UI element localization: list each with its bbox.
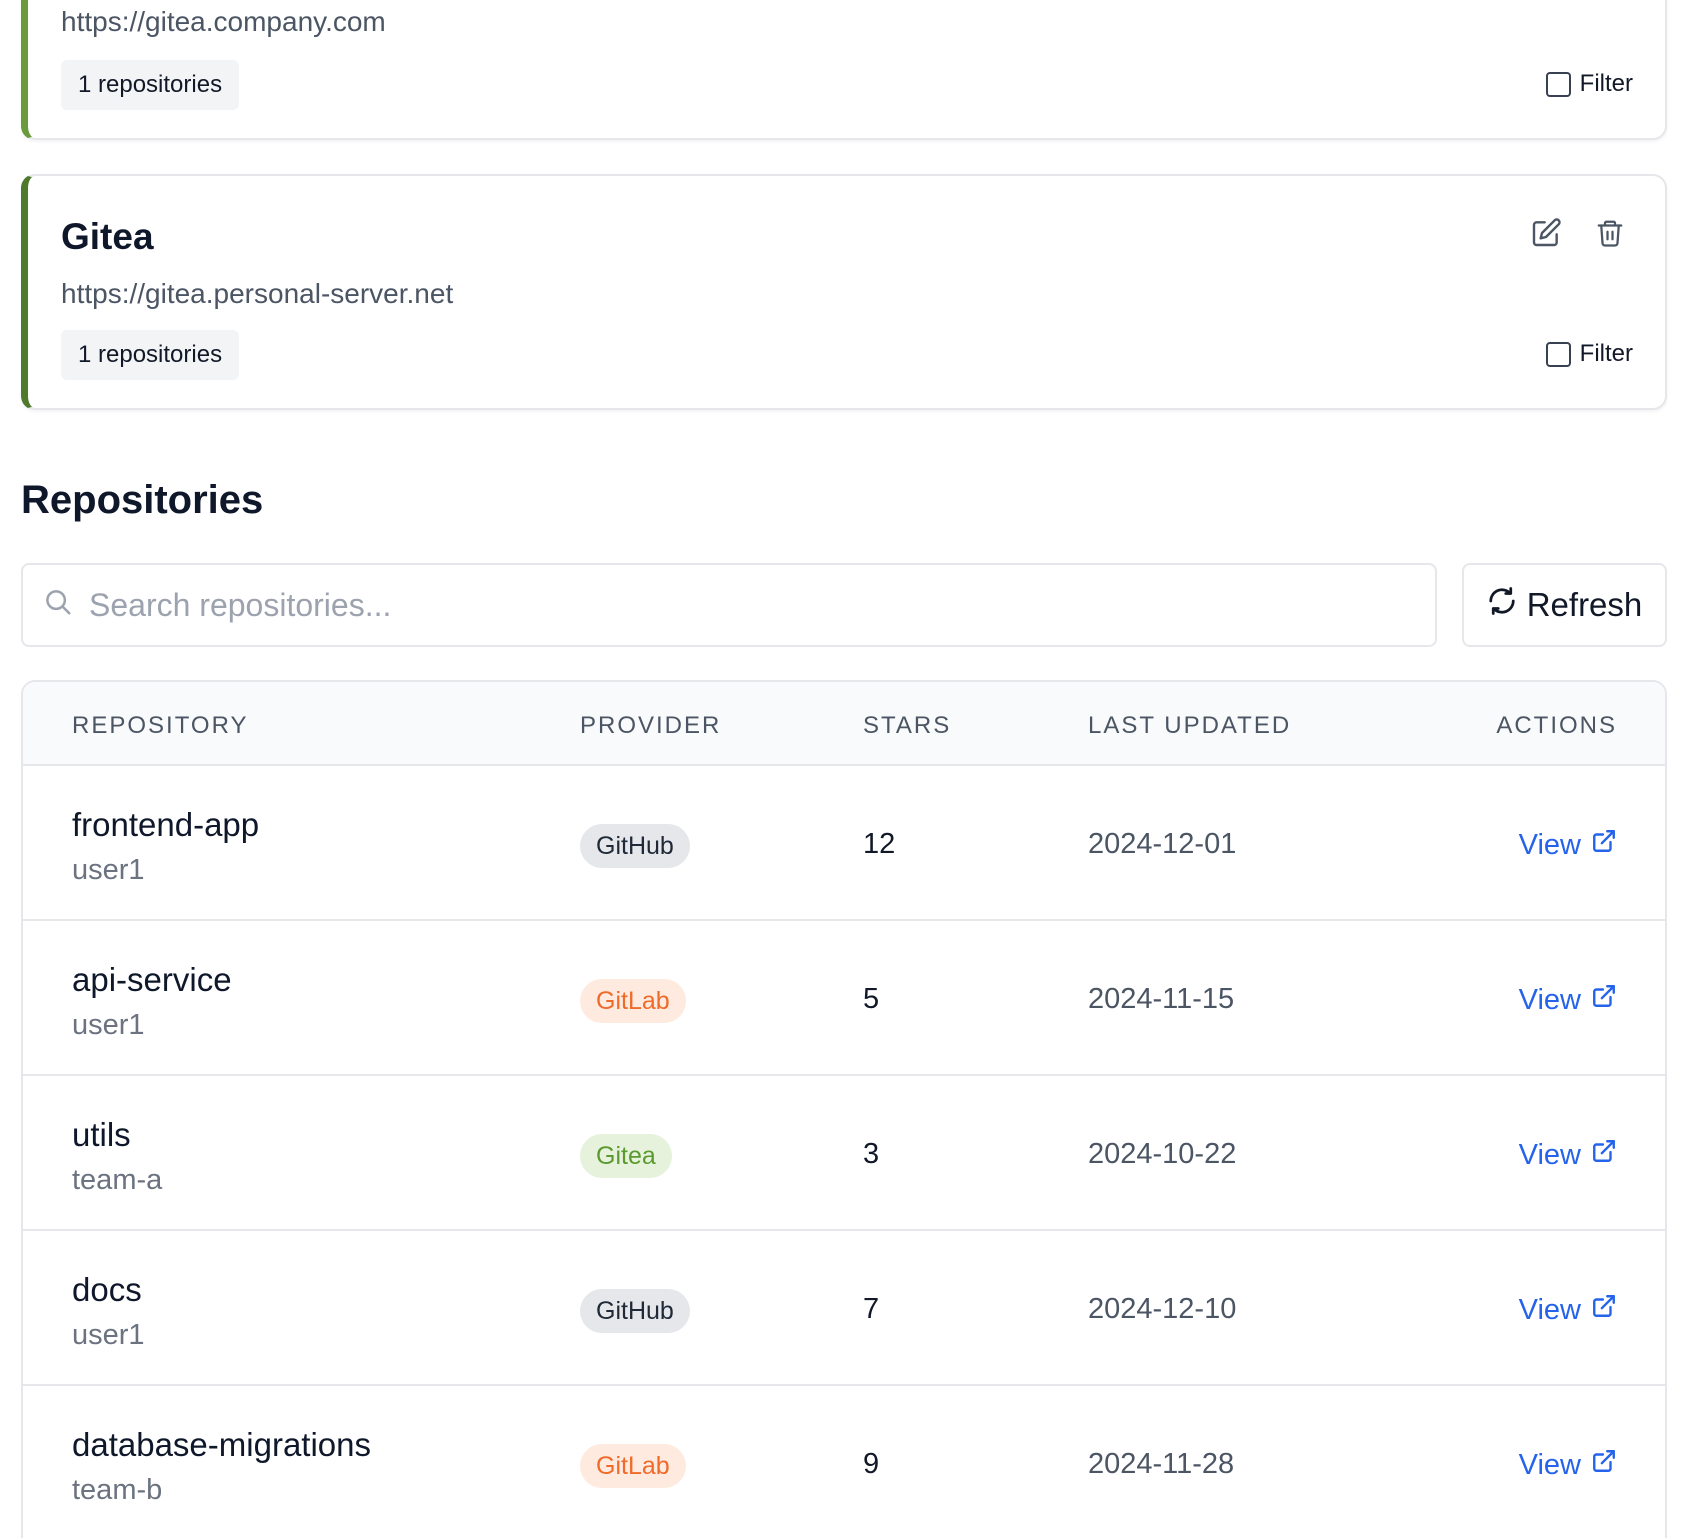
stars-count: 3 <box>863 1138 880 1170</box>
table-row: utils team-a Gitea 3 2024-10-22 View <box>23 1076 1665 1231</box>
filter-label: Filter <box>1579 70 1633 97</box>
column-header-repository: REPOSITORY <box>72 712 249 739</box>
last-updated: 2024-12-01 <box>1088 828 1237 860</box>
repo-owner: user1 <box>72 1009 145 1041</box>
external-link-icon <box>1591 1138 1617 1172</box>
search-input[interactable] <box>23 565 1435 645</box>
refresh-button[interactable]: Refresh <box>1462 563 1667 647</box>
view-link[interactable]: View <box>1519 1138 1617 1172</box>
provider-card-actions <box>1529 216 1627 250</box>
column-header-actions: ACTIONS <box>1496 712 1617 739</box>
search-icon <box>43 587 73 622</box>
provider-card: https://gitea.company.com 1 repositories… <box>21 0 1667 140</box>
repo-owner: team-a <box>72 1164 163 1196</box>
repo-owner: user1 <box>72 854 145 886</box>
last-updated: 2024-11-15 <box>1088 983 1235 1015</box>
stars-count: 9 <box>863 1448 880 1480</box>
view-label: View <box>1518 1293 1581 1326</box>
table-row: database-migrations team-b GitLab 9 2024-11-… <box>23 1386 1665 1538</box>
provider-url: https://gitea.personal-server.net <box>61 278 454 309</box>
trash-icon[interactable] <box>1593 216 1627 250</box>
filter-toggle[interactable]: Filter <box>1545 70 1633 98</box>
table-row: docs user1 GitHub 7 2024-12-10 View <box>23 1231 1665 1386</box>
provider-badge: Gitea <box>580 1134 672 1178</box>
provider-badge: GitLab <box>580 1444 686 1488</box>
filter-toggle[interactable]: Filter <box>1545 340 1633 368</box>
edit-icon[interactable] <box>1529 216 1563 250</box>
repo-count-badge: 1 repositories <box>61 330 240 380</box>
last-updated: 2024-10-22 <box>1088 1138 1237 1170</box>
provider-badge: GitLab <box>580 979 686 1023</box>
repo-name[interactable]: utils <box>72 1116 131 1154</box>
filter-label: Filter <box>1579 340 1633 367</box>
view-label: View <box>1518 983 1581 1016</box>
section-title: Repositories <box>21 478 264 522</box>
search-box <box>21 563 1437 647</box>
provider-card: Gitea https://gitea.personal-server.net … <box>21 174 1667 410</box>
view-link[interactable]: View <box>1519 1293 1617 1327</box>
external-link-icon <box>1591 1448 1617 1482</box>
provider-url: https://gitea.company.com <box>61 6 386 37</box>
view-label: View <box>1518 1448 1581 1481</box>
repo-name[interactable]: frontend-app <box>72 806 259 844</box>
repo-name[interactable]: docs <box>72 1271 142 1309</box>
repositories-table: REPOSITORY PROVIDER STARS LAST UPDATED A… <box>21 680 1667 1538</box>
external-link-icon <box>1591 1293 1617 1327</box>
last-updated: 2024-11-28 <box>1088 1448 1235 1480</box>
repo-name[interactable]: database-migrations <box>72 1426 371 1464</box>
view-label: View <box>1518 828 1581 861</box>
table-row: api-service user1 GitLab 5 2024-11-15 View <box>23 921 1665 1076</box>
stars-count: 5 <box>863 983 880 1015</box>
column-header-stars: STARS <box>863 712 952 739</box>
table-header: REPOSITORY PROVIDER STARS LAST UPDATED A… <box>23 682 1665 766</box>
view-link[interactable]: View <box>1519 1448 1617 1482</box>
repo-owner: user1 <box>72 1319 145 1351</box>
repo-count-badge: 1 repositories <box>61 60 240 110</box>
filter-checkbox[interactable] <box>1545 341 1571 367</box>
stars-count: 12 <box>863 828 896 860</box>
repo-owner: team-b <box>72 1474 163 1506</box>
table-row: frontend-app user1 GitHub 12 2024-12-01 View <box>23 766 1665 921</box>
last-updated: 2024-12-10 <box>1088 1293 1237 1325</box>
column-header-provider: PROVIDER <box>580 712 722 739</box>
refresh-label: Refresh <box>1526 586 1643 623</box>
view-link[interactable]: View <box>1519 983 1617 1017</box>
view-link[interactable]: View <box>1519 828 1617 862</box>
external-link-icon <box>1591 983 1617 1017</box>
view-label: View <box>1518 1138 1581 1171</box>
filter-checkbox[interactable] <box>1545 71 1571 97</box>
provider-name: Gitea <box>61 216 154 257</box>
provider-badge: GitHub <box>580 1289 690 1333</box>
refresh-icon <box>1487 586 1517 624</box>
repo-name[interactable]: api-service <box>72 961 232 999</box>
column-header-last-updated: LAST UPDATED <box>1088 712 1292 739</box>
provider-badge: GitHub <box>580 824 690 868</box>
stars-count: 7 <box>863 1293 880 1325</box>
external-link-icon <box>1591 828 1617 862</box>
